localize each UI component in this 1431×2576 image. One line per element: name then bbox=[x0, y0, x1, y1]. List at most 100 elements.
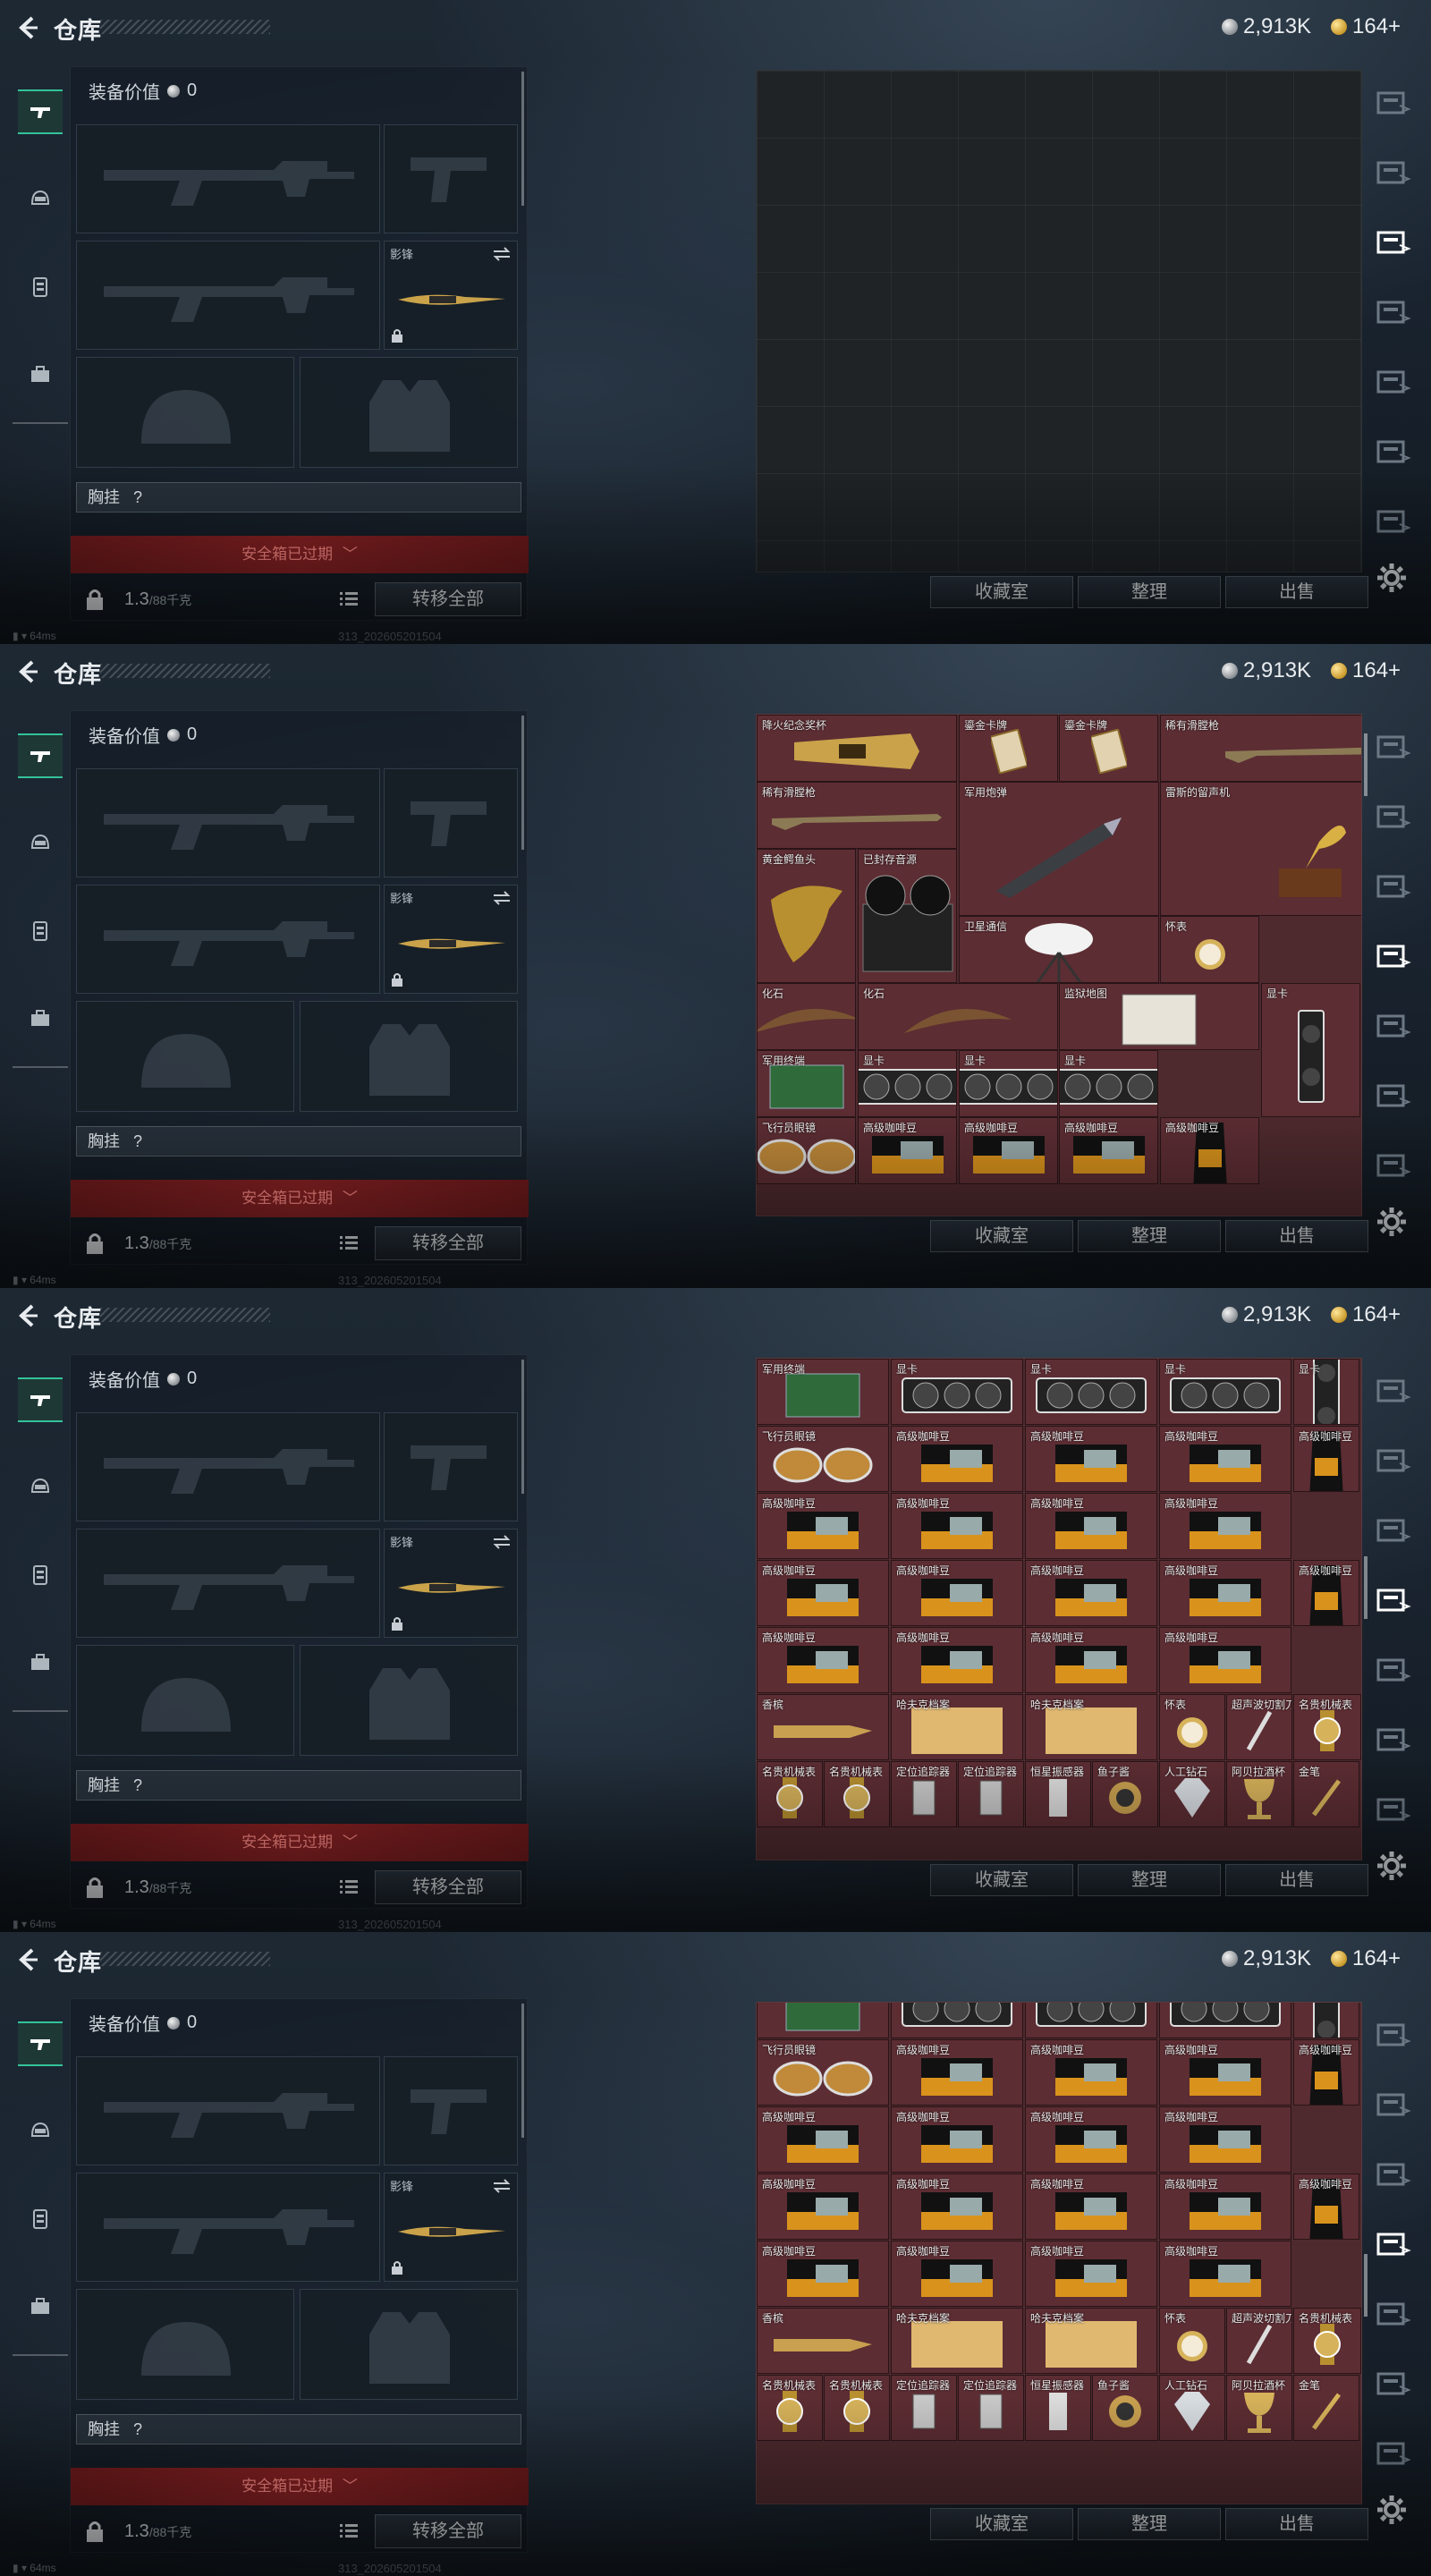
chest-rig-slot[interactable]: 胸挂 ? bbox=[76, 2414, 521, 2445]
item-military-board[interactable] bbox=[757, 2003, 889, 2038]
storage-tab-2[interactable] bbox=[1373, 2084, 1412, 2123]
item-goblet[interactable]: 阿贝拉酒杯 bbox=[1226, 2375, 1292, 2441]
transfer-all-button[interactable]: 转移全部 bbox=[375, 1870, 521, 1904]
item-military-board[interactable]: 军用终端 bbox=[757, 1359, 889, 1425]
item-croc-head[interactable]: 黄金鳄鱼头 bbox=[757, 849, 856, 983]
item-pilot-glasses[interactable]: 飞行员眼镜 bbox=[757, 2039, 889, 2106]
item-military-board[interactable]: 军用终端 bbox=[757, 1050, 856, 1117]
rail-helmet[interactable] bbox=[18, 177, 63, 222]
rail-helmet[interactable] bbox=[18, 1465, 63, 1510]
item-rare-musket[interactable]: 稀有滑膛枪 bbox=[757, 782, 957, 849]
item-coffee[interactable]: 高级咖啡豆 bbox=[891, 1493, 1023, 1559]
safebox-expired-bar[interactable]: 安全箱已过期 ﹀ bbox=[71, 2468, 529, 2505]
item-rare-musket[interactable]: 稀有滑膛枪 bbox=[1160, 715, 1361, 782]
item-coffee[interactable]: 高级咖啡豆 bbox=[1025, 2241, 1157, 2307]
storage-tab-4[interactable] bbox=[1373, 936, 1412, 975]
back-button[interactable] bbox=[13, 1301, 43, 1331]
rail-backpack[interactable] bbox=[18, 1640, 63, 1685]
item-sensor[interactable]: 恒星振感器 bbox=[1025, 2375, 1091, 2441]
item-hafu-file[interactable]: 哈夫克档案 bbox=[1025, 2308, 1157, 2374]
item-coffee[interactable]: 高级咖啡豆 bbox=[1159, 1627, 1291, 1693]
storage-tab-4[interactable] bbox=[1373, 292, 1412, 331]
primary-weapon-slot[interactable] bbox=[76, 1412, 380, 1521]
item-pilot-glasses[interactable]: 飞行员眼镜 bbox=[757, 1426, 889, 1492]
storage-tab-6[interactable] bbox=[1373, 1719, 1412, 1758]
storage-scrollbar[interactable] bbox=[1364, 733, 1367, 796]
rail-weapons[interactable] bbox=[18, 1377, 63, 1422]
sell-button[interactable]: 出售 bbox=[1225, 1864, 1368, 1896]
storage-tab-7[interactable] bbox=[1373, 1145, 1412, 1184]
helmet-slot[interactable] bbox=[76, 1645, 294, 1756]
item-sensor[interactable]: 恒星振感器 bbox=[1025, 1761, 1091, 1827]
item-trophy[interactable]: 降火纪念奖杯 bbox=[757, 715, 957, 782]
gear-icon[interactable] bbox=[1376, 1206, 1408, 1238]
back-button[interactable] bbox=[13, 13, 43, 43]
item-coffee[interactable]: 高级咖啡豆 bbox=[891, 1627, 1023, 1693]
item-caviar[interactable]: 鱼子酱 bbox=[1092, 2375, 1158, 2441]
equipment-scrollbar[interactable] bbox=[521, 1360, 524, 1494]
item-coffee[interactable]: 高级咖啡豆 bbox=[1159, 1426, 1291, 1492]
armor-slot[interactable] bbox=[300, 1645, 518, 1756]
item-gpu[interactable]: 显卡 bbox=[891, 1359, 1023, 1425]
item-coffee[interactable]: 高级咖啡豆 bbox=[1160, 1117, 1259, 1184]
item-coffee[interactable]: 高级咖啡豆 bbox=[1293, 1560, 1359, 1626]
storage-tab-7[interactable] bbox=[1373, 1789, 1412, 1828]
item-locator[interactable]: 定位追踪器 bbox=[891, 2375, 957, 2441]
item-gpu[interactable] bbox=[891, 2003, 1023, 2038]
item-scalpel[interactable]: 超声波切割刀 bbox=[1226, 2308, 1292, 2374]
item-coffee[interactable]: 高级咖啡豆 bbox=[891, 1560, 1023, 1626]
item-coffee[interactable]: 高级咖啡豆 bbox=[1025, 1560, 1157, 1626]
storage-tab-7[interactable] bbox=[1373, 501, 1412, 540]
item-coffee[interactable]: 高级咖啡豆 bbox=[891, 2039, 1023, 2106]
storage-tab-6[interactable] bbox=[1373, 2363, 1412, 2402]
collection-room-button[interactable]: 收藏室 bbox=[930, 1864, 1073, 1896]
safebox-expired-bar[interactable]: 安全箱已过期 ﹀ bbox=[71, 1824, 529, 1861]
item-gold-pen[interactable]: 金笔 bbox=[1293, 2375, 1359, 2441]
sell-button[interactable]: 出售 bbox=[1225, 2508, 1368, 2540]
helmet-slot[interactable] bbox=[76, 1001, 294, 1112]
item-coffee[interactable]: 高级咖啡豆 bbox=[891, 1426, 1023, 1492]
gear-icon[interactable] bbox=[1376, 1850, 1408, 1882]
gear-icon[interactable] bbox=[1376, 562, 1408, 594]
storage-tab-5[interactable] bbox=[1373, 1005, 1412, 1045]
tertiary-weapon-slot[interactable] bbox=[76, 241, 380, 350]
storage-tab-4[interactable] bbox=[1373, 2224, 1412, 2263]
storage-tab-4[interactable] bbox=[1373, 1580, 1412, 1619]
item-coffee[interactable]: 高级咖啡豆 bbox=[1159, 2241, 1291, 2307]
collection-room-button[interactable]: 收藏室 bbox=[930, 576, 1073, 608]
item-gpu[interactable]: 显卡 bbox=[1293, 1359, 1359, 1425]
collection-room-button[interactable]: 收藏室 bbox=[930, 2508, 1073, 2540]
silver-currency[interactable]: 2,913K bbox=[1222, 1302, 1311, 1327]
armor-slot[interactable] bbox=[300, 1001, 518, 1112]
gear-icon[interactable] bbox=[1376, 2494, 1408, 2526]
item-locator[interactable]: 定位追踪器 bbox=[958, 2375, 1024, 2441]
sort-button[interactable]: 整理 bbox=[1078, 1220, 1221, 1252]
item-pilot-glasses[interactable]: 飞行员眼镜 bbox=[757, 1117, 856, 1184]
item-locator[interactable]: 定位追踪器 bbox=[958, 1761, 1024, 1827]
silver-currency[interactable]: 2,913K bbox=[1222, 1946, 1311, 1971]
item-coffee[interactable]: 高级咖啡豆 bbox=[1159, 1560, 1291, 1626]
armor-slot[interactable] bbox=[300, 2289, 518, 2400]
item-pocket-watch[interactable]: 怀表 bbox=[1160, 916, 1259, 983]
item-coffee[interactable]: 高级咖啡豆 bbox=[1025, 2174, 1157, 2240]
item-coffee[interactable]: 高级咖啡豆 bbox=[757, 1493, 889, 1559]
item-coffee[interactable]: 高级咖啡豆 bbox=[1159, 2106, 1291, 2173]
item-pocket-watch[interactable]: 怀表 bbox=[1159, 1694, 1225, 1760]
primary-weapon-slot[interactable] bbox=[76, 768, 380, 877]
item-gpu[interactable]: 显卡 bbox=[1059, 1050, 1158, 1117]
storage-tab-1[interactable] bbox=[1373, 726, 1412, 766]
item-coffee[interactable]: 高级咖啡豆 bbox=[757, 1560, 889, 1626]
item-satellite[interactable]: 卫星通信 bbox=[959, 916, 1159, 983]
storage-tab-3[interactable] bbox=[1373, 866, 1412, 905]
rail-armor[interactable] bbox=[18, 2197, 63, 2241]
storage-scrollbar[interactable] bbox=[1364, 2254, 1367, 2317]
storage-tab-7[interactable] bbox=[1373, 2433, 1412, 2472]
item-coffee[interactable]: 高级咖啡豆 bbox=[1025, 2106, 1157, 2173]
helmet-slot[interactable] bbox=[76, 357, 294, 468]
rail-armor[interactable] bbox=[18, 1553, 63, 1597]
item-coffee[interactable]: 高级咖啡豆 bbox=[757, 2241, 889, 2307]
equipment-scrollbar[interactable] bbox=[521, 2004, 524, 2138]
sell-button[interactable]: 出售 bbox=[1225, 1220, 1368, 1252]
item-coffee[interactable]: 高级咖啡豆 bbox=[1025, 1627, 1157, 1693]
storage-tab-2[interactable] bbox=[1373, 152, 1412, 191]
